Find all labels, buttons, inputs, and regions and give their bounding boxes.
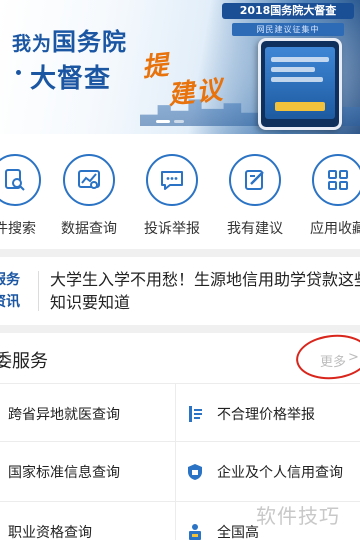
service-label: 国家标准信息查询	[8, 465, 120, 481]
promo-banner[interactable]: 我为国务院 大督查 提 建议 2018国务院大督查 网民建议征集中	[0, 0, 360, 134]
pager-dot[interactable]	[174, 120, 184, 123]
apps-grid-icon	[312, 154, 360, 206]
complaint-chat-icon	[146, 154, 198, 206]
service-label: 跨省异地就医查询	[8, 407, 120, 423]
banner-title-line2: 大督查	[30, 64, 112, 94]
watermark-text: 软件技巧	[256, 504, 340, 528]
credit-shield-icon	[186, 463, 204, 481]
pager-dot-active[interactable]	[156, 120, 170, 123]
services-section-header: 委服务 更多 >	[0, 331, 360, 383]
education-icon	[186, 523, 204, 540]
shortcut-label: 数据查询	[61, 221, 117, 237]
phone-illustration	[258, 38, 342, 130]
news-divider	[38, 271, 39, 311]
service-label: 企业及个人信用查询	[217, 465, 343, 481]
service-item[interactable]: 国家标准信息查询	[8, 444, 120, 500]
news-headline-link[interactable]: 大学生入学不用愁！生源地信用助学贷款这些知识要知道	[50, 268, 360, 314]
banner-pager[interactable]	[156, 120, 184, 123]
news-badge-line2: 资讯	[0, 294, 20, 310]
service-item[interactable]: 不合理价格举报	[186, 386, 315, 442]
grid-divider	[175, 384, 176, 540]
service-item[interactable]: 全国高	[186, 504, 259, 540]
shortcut-label: 投诉举报	[144, 221, 200, 237]
banner-title-prefix: 我为	[12, 33, 53, 55]
banner-suggest-word: 建议	[166, 75, 226, 111]
service-item[interactable]: 跨省异地就医查询	[8, 386, 120, 442]
service-label: 全国高	[217, 525, 259, 540]
service-item[interactable]: 企业及个人信用查询	[186, 444, 343, 500]
section-title: 委服务	[0, 351, 48, 372]
banner-dot	[16, 70, 21, 75]
shortcut-row: 件搜索 数据查询 投诉举报 我有建议 应用收藏	[0, 134, 360, 249]
news-badge: 服务 资讯	[0, 269, 22, 313]
section-divider	[0, 325, 360, 333]
shortcut-label: 我有建议	[227, 221, 283, 237]
banner-sub-badge: 网民建议征集中	[232, 23, 344, 36]
news-ticker[interactable]: 服务 资讯 大学生入学不用愁！生源地信用助学贷款这些知识要知道	[0, 257, 360, 325]
shortcut-suggestion[interactable]: 我有建议	[220, 154, 290, 244]
shortcut-label: 应用收藏	[310, 221, 360, 237]
banner-year-badge: 2018国务院大督查	[222, 3, 354, 19]
service-label: 职业资格查询	[8, 525, 92, 540]
edit-suggestion-icon	[229, 154, 281, 206]
banner-title-main: 国务院	[52, 28, 128, 56]
banner-suggest-char: 提	[140, 50, 170, 84]
shortcut-complaint[interactable]: 投诉举报	[137, 154, 207, 244]
service-item[interactable]: 职业资格查询	[8, 504, 92, 540]
file-search-icon	[0, 154, 41, 206]
shortcut-file-search[interactable]: 件搜索	[0, 154, 50, 244]
shortcut-app-favorites[interactable]: 应用收藏	[303, 154, 360, 244]
annotation-highlight-circle	[293, 331, 360, 383]
price-report-icon	[186, 405, 204, 423]
shortcut-data-query[interactable]: 数据查询	[54, 154, 124, 244]
section-divider	[0, 249, 360, 257]
phone-screen	[265, 47, 335, 119]
service-label: 不合理价格举报	[217, 407, 315, 423]
data-chart-icon	[63, 154, 115, 206]
news-badge-line1: 服务	[0, 272, 20, 288]
banner-title-line1: 我为国务院	[12, 22, 127, 57]
